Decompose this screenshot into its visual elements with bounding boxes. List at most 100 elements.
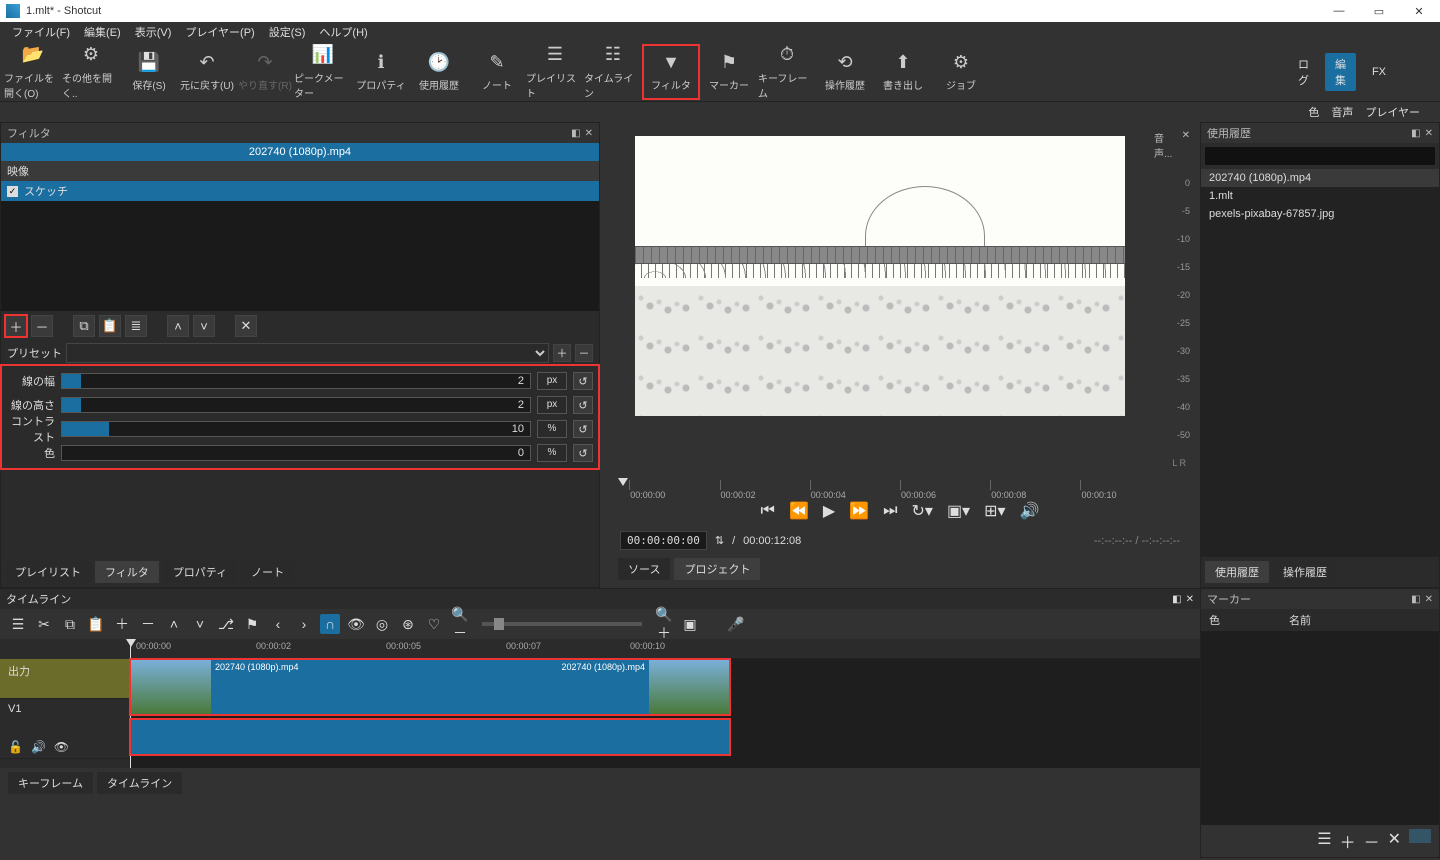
timecode-spinner[interactable]: ⇅ (715, 534, 724, 547)
move-down-button[interactable]: ˅ (193, 315, 215, 337)
unit-line-width[interactable]: px (537, 372, 567, 390)
unit-contrast[interactable]: % (537, 420, 567, 438)
panel-close-icon[interactable]: ✕ (1425, 594, 1433, 605)
paste-filter-button[interactable]: 📋 (99, 315, 121, 337)
tab-keyframes-bottom[interactable]: キーフレーム (8, 772, 93, 794)
tab-recent[interactable]: 使用履歴 (1205, 561, 1269, 583)
menu-player[interactable]: プレイヤー(P) (179, 22, 260, 42)
loop-button[interactable]: ↻▾ (912, 501, 933, 521)
open-button[interactable]: 📂ファイルを開く(O) (4, 44, 62, 100)
marker-col-color[interactable]: 色 (1201, 609, 1281, 631)
marker-remove-button[interactable]: － (1364, 829, 1380, 853)
playhead-icon[interactable] (618, 478, 628, 486)
timeline-clip[interactable]: 202740 (1080p).mp4 202740 (1080p).mp4 (130, 659, 730, 715)
history-item[interactable]: 202740 (1080p).mp4 (1201, 169, 1439, 187)
minimize-button[interactable]: — (1324, 5, 1354, 18)
open-other-button[interactable]: ⚙その他を開く.. (62, 44, 120, 100)
redo-button[interactable]: ↷やり直す(R) (236, 44, 294, 100)
lock-icon[interactable]: 🔓 (8, 740, 23, 754)
keyframes-button[interactable]: ⏱キーフレーム (758, 44, 816, 100)
filter-checkbox[interactable]: ✓ (7, 186, 18, 197)
tab-edit[interactable]: 編集 (1325, 53, 1356, 91)
tab-player[interactable]: プレイヤー (1365, 104, 1420, 120)
unit-line-height[interactable]: px (537, 396, 567, 414)
save-button[interactable]: 💾保存(S) (120, 44, 178, 100)
tl-ripple-markers-button[interactable]: ♡ (424, 616, 444, 633)
panel-float-icon[interactable]: ◧ (1411, 128, 1420, 139)
playlist-button[interactable]: ☰プレイリスト (526, 44, 584, 100)
tl-marker-button[interactable]: ⚑ (242, 616, 262, 633)
tl-zoom-fit-button[interactable]: ▣ (680, 616, 700, 633)
tl-split-button[interactable]: ⎇ (216, 616, 236, 633)
recent-button[interactable]: 🕑使用履歴 (410, 44, 468, 100)
stack-filter-button[interactable]: ≣ (125, 315, 147, 337)
tl-zoom-out-button[interactable]: 🔍－ (450, 606, 470, 643)
track-output[interactable]: 出力 (0, 659, 130, 699)
menu-edit[interactable]: 編集(E) (78, 22, 127, 42)
tl-record-button[interactable]: 🎤 (726, 616, 746, 633)
history-search-input[interactable] (1205, 147, 1435, 165)
play-button[interactable]: ▶ (823, 501, 835, 521)
reset-line-width[interactable]: ↺ (573, 372, 593, 390)
preset-select[interactable] (66, 343, 549, 363)
preview-ruler[interactable]: 00:00:00 00:00:02 00:00:04 00:00:06 00:0… (618, 480, 1182, 495)
tab-playlist[interactable]: プレイリスト (5, 561, 91, 583)
timeline-button[interactable]: ☷タイムライン (584, 44, 642, 100)
slider-line-width[interactable]: 2 (61, 373, 531, 389)
fast-forward-button[interactable]: ⏩ (849, 501, 869, 521)
volume-button[interactable]: 🔊 (1020, 501, 1040, 521)
panel-close-icon[interactable]: ✕ (1186, 594, 1194, 605)
timeline-ruler[interactable]: 00:00:00 00:00:02 00:00:05 00:00:07 00:0… (130, 639, 1200, 659)
marker-clear-button[interactable]: ✕ (1388, 829, 1401, 853)
tab-notes[interactable]: ノート (241, 561, 294, 583)
slider-contrast[interactable]: 10 (61, 421, 531, 437)
track-v1[interactable]: V1 🔓🔊👁 (0, 699, 130, 759)
properties-button[interactable]: ℹプロパティ (352, 44, 410, 100)
video-preview[interactable] (635, 136, 1125, 416)
filter-item-sketch[interactable]: ✓ スケッチ (1, 181, 599, 201)
timeline-tracks[interactable]: 00:00:00 00:00:02 00:00:05 00:00:07 00:0… (130, 639, 1200, 768)
grid-button[interactable]: ⊞▾ (984, 501, 1005, 521)
tl-next-button[interactable]: › (294, 616, 314, 632)
menu-settings[interactable]: 設定(S) (263, 22, 312, 42)
tl-overwrite-button[interactable]: ˅ (190, 616, 210, 632)
history-button[interactable]: ⟲操作履歴 (816, 44, 874, 100)
tl-ripple-button[interactable]: ◎ (372, 616, 392, 633)
filter-button[interactable]: ▼フィルタ (642, 44, 700, 100)
tl-paste-button[interactable]: 📋 (86, 616, 106, 633)
tab-audio[interactable]: 音声 (1331, 104, 1353, 120)
tl-snap-button[interactable]: ∩ (320, 614, 340, 634)
add-filter-button[interactable]: ＋ (5, 315, 27, 337)
skip-start-button[interactable]: ⏮ (761, 502, 775, 520)
disable-filter-button[interactable]: ✕ (235, 315, 257, 337)
export-button[interactable]: ⬆書き出し (874, 44, 932, 100)
tl-prev-button[interactable]: ‹ (268, 616, 288, 632)
timecode-current[interactable]: 00:00:00:00 (620, 531, 707, 550)
move-up-button[interactable]: ˄ (167, 315, 189, 337)
slider-color[interactable]: 0 (61, 445, 531, 461)
panel-float-icon[interactable]: ◧ (1411, 594, 1420, 605)
menu-file[interactable]: ファイル(F) (6, 22, 76, 42)
preset-add-button[interactable]: ＋ (553, 344, 571, 362)
close-button[interactable]: ✕ (1404, 5, 1434, 18)
marker-color-button[interactable] (1409, 829, 1431, 843)
panel-float-icon[interactable]: ◧ (571, 128, 580, 139)
menu-help[interactable]: ヘルプ(H) (313, 22, 373, 42)
tl-zoom-slider[interactable] (482, 622, 642, 626)
tl-scrub-button[interactable]: 👁 (346, 616, 366, 633)
panel-close-icon[interactable]: ✕ (1425, 128, 1433, 139)
tab-log[interactable]: ログ (1288, 53, 1319, 91)
tab-source[interactable]: ソース (618, 558, 670, 580)
tab-timeline-bottom[interactable]: タイムライン (97, 772, 182, 794)
panel-close-icon[interactable]: ✕ (585, 128, 593, 139)
copy-filter-button[interactable]: ⧉ (73, 315, 95, 337)
meter-close-icon[interactable]: ✕ (1182, 130, 1190, 160)
marker-button[interactable]: ⚑マーカー (700, 44, 758, 100)
timeline-clip-audio[interactable] (130, 719, 730, 755)
tl-remove-button[interactable]: － (138, 614, 158, 634)
tl-copy-button[interactable]: ⧉ (60, 616, 80, 633)
tab-filter[interactable]: フィルタ (95, 561, 159, 583)
peak-meter-button[interactable]: 📊ピークメーター (294, 44, 352, 100)
unit-color[interactable]: % (537, 444, 567, 462)
panel-float-icon[interactable]: ◧ (1172, 594, 1181, 605)
